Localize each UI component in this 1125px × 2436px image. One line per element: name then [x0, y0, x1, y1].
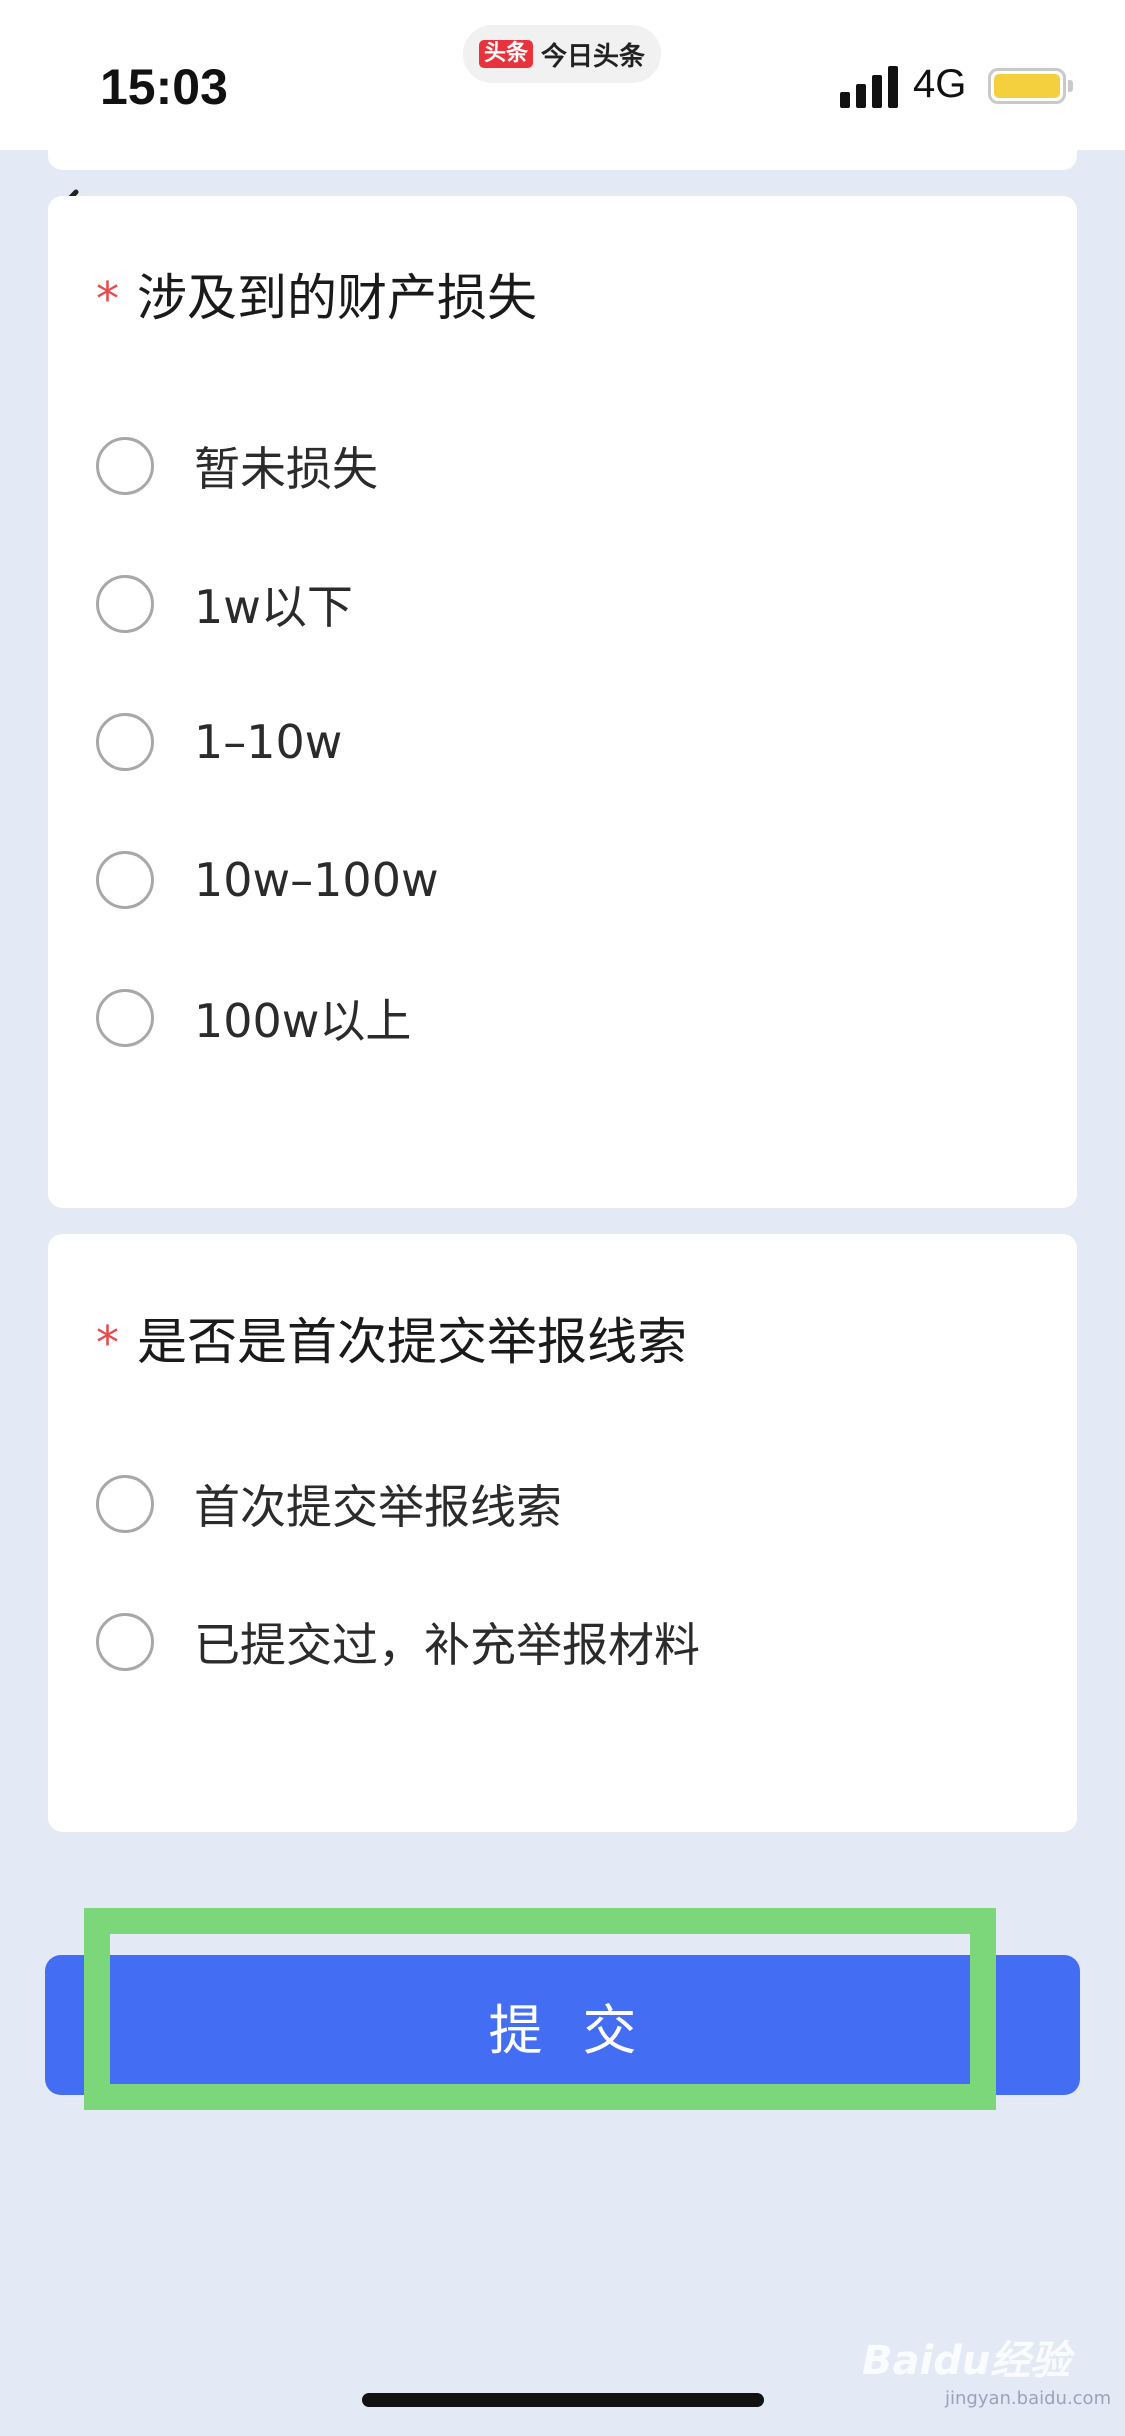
baidu-watermark-logo: Baidu经验: [862, 2338, 1071, 2384]
option-label: 已提交过，补充举报材料: [194, 1618, 700, 1672]
submit-label: 提交: [488, 1998, 677, 2062]
battery-cap: [1068, 80, 1073, 92]
required-mark: *: [96, 1316, 119, 1370]
watermark-url: jingyan.baidu.com: [945, 2388, 1112, 2409]
radio-option[interactable]: 暂未损失: [96, 431, 996, 501]
radio-option[interactable]: 1–10w: [96, 707, 996, 777]
radio-circle-icon[interactable]: [96, 713, 154, 771]
battery-level: [994, 74, 1060, 98]
question-card-first-report: * 是否是首次提交举报线索 首次提交举报线索 已提交过，补充举报材料: [48, 1234, 1077, 1832]
home-indicator[interactable]: [362, 2393, 764, 2407]
radio-circle-icon[interactable]: [96, 1475, 154, 1533]
question-text: 是否是首次提交举报线索: [137, 1313, 687, 1371]
option-label: 10w–100w: [194, 853, 439, 907]
radio-circle-icon[interactable]: [96, 1613, 154, 1671]
radio-option[interactable]: 首次提交举报线索: [96, 1469, 996, 1539]
question-title: * 是否是首次提交举报线索: [96, 1302, 687, 1374]
battery-icon: [988, 68, 1066, 104]
app-name: 今日头条: [541, 41, 646, 72]
return-to-app-pill[interactable]: 头条 今日头条: [463, 25, 661, 83]
option-label: 暂未损失: [194, 442, 378, 496]
question-card-property-loss: * 涉及到的财产损失 暂未损失 1w以下 1–10w 10w–100w 100w以…: [48, 196, 1077, 1208]
radio-circle-icon[interactable]: [96, 851, 154, 909]
radio-option[interactable]: 100w以上: [96, 983, 996, 1053]
status-bar: 15:03 头条 今日头条 4G: [0, 0, 1125, 150]
option-label: 1–10w: [194, 715, 343, 769]
status-time: 15:03: [100, 59, 228, 115]
radio-option[interactable]: 1w以下: [96, 569, 996, 639]
option-label: 1w以下: [194, 580, 353, 634]
option-label: 100w以上: [194, 994, 412, 1048]
question-text: 涉及到的财产损失: [137, 269, 537, 327]
submit-button[interactable]: 提交: [45, 1955, 1080, 2095]
previous-card-bottom: [48, 150, 1077, 170]
toutiao-logo-icon: 头条: [478, 40, 533, 68]
radio-circle-icon[interactable]: [96, 989, 154, 1047]
radio-option[interactable]: 10w–100w: [96, 845, 996, 915]
signal-bars-icon: [840, 66, 898, 108]
required-mark: *: [96, 272, 119, 326]
radio-circle-icon[interactable]: [96, 575, 154, 633]
question-title: * 涉及到的财产损失: [96, 258, 537, 330]
radio-option[interactable]: 已提交过，补充举报材料: [96, 1607, 996, 1677]
network-type: 4G: [913, 62, 967, 106]
option-label: 首次提交举报线索: [194, 1480, 562, 1534]
radio-circle-icon[interactable]: [96, 437, 154, 495]
